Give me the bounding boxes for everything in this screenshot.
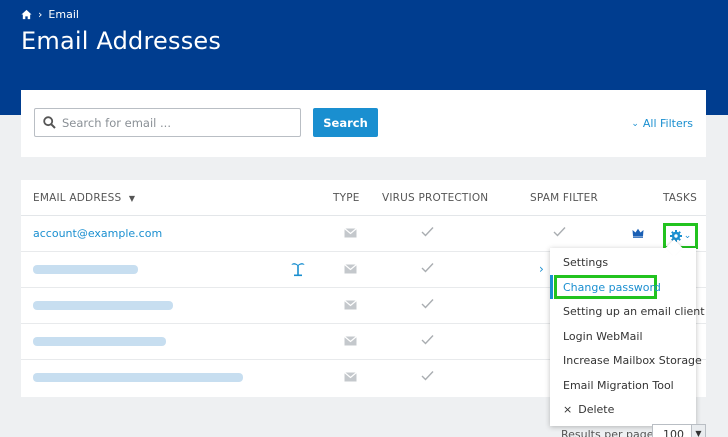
check-icon — [421, 335, 434, 345]
chevron-right-icon: › — [539, 262, 544, 276]
column-email-address[interactable]: EMAIL ADDRESS ▼ — [33, 192, 135, 204]
menu-item-migration-tool[interactable]: Email Migration Tool — [563, 379, 674, 392]
results-per-page-label: Results per page — [561, 428, 654, 437]
check-icon — [421, 263, 434, 273]
envelope-icon — [344, 372, 357, 382]
tasks-dropdown-menu: Settings Change password Setting up an e… — [550, 239, 705, 426]
column-tasks: TASKS — [663, 192, 697, 204]
chevron-down-icon: ⌄ — [631, 118, 639, 129]
close-icon: × — [563, 403, 573, 416]
check-icon — [421, 299, 434, 309]
menu-item-settings[interactable]: Settings — [563, 256, 608, 269]
all-filters-label: All Filters — [642, 117, 693, 130]
results-per-page-select[interactable]: 100 ▼ — [652, 424, 706, 437]
vacation-palm-icon — [291, 263, 305, 277]
all-filters-toggle[interactable]: ⌄ All Filters — [631, 117, 693, 130]
active-indicator — [550, 275, 553, 299]
email-address-link[interactable]: account@example.com — [33, 227, 162, 240]
envelope-icon — [344, 228, 357, 238]
results-per-page-value: 100 — [663, 428, 684, 437]
column-type: TYPE — [333, 192, 360, 204]
chevron-down-icon: ⌄ — [683, 231, 692, 241]
page-title: Email Addresses — [21, 27, 222, 55]
menu-item-login-webmail[interactable]: Login WebMail — [563, 330, 643, 343]
check-icon — [421, 227, 434, 237]
search-field[interactable] — [34, 108, 301, 137]
search-panel: Search ⌄ All Filters — [21, 90, 706, 157]
menu-item-change-password[interactable]: Change password — [554, 275, 661, 299]
home-icon[interactable] — [21, 9, 32, 20]
check-icon — [421, 371, 434, 381]
chevron-down-icon: ▼ — [691, 425, 705, 437]
envelope-icon — [344, 264, 357, 274]
blurred-email-link[interactable] — [33, 373, 243, 382]
blurred-email-link[interactable] — [33, 337, 166, 346]
menu-item-increase-storage[interactable]: Increase Mailbox Storage — [563, 354, 702, 367]
breadcrumb: › Email — [21, 8, 79, 21]
search-icon — [43, 116, 56, 129]
menu-item-delete[interactable]: × Delete — [563, 403, 614, 416]
column-virus-protection: VIRUS PROTECTION — [382, 192, 489, 204]
breadcrumb-current[interactable]: Email — [48, 8, 79, 21]
blurred-email-link[interactable] — [33, 265, 138, 274]
search-input[interactable] — [62, 115, 287, 130]
column-spam-filter: SPAM FILTER — [530, 192, 598, 204]
table-header: EMAIL ADDRESS ▼ TYPE VIRUS PROTECTION SP… — [21, 180, 706, 216]
sort-desc-icon: ▼ — [128, 194, 136, 203]
check-icon — [553, 227, 566, 237]
table-row: account@example.com — [21, 216, 706, 252]
search-button[interactable]: Search — [313, 108, 378, 137]
crown-icon — [632, 228, 644, 238]
envelope-icon — [344, 300, 357, 310]
menu-item-setup-email-client[interactable]: Setting up an email client — [563, 305, 705, 318]
breadcrumb-separator-icon: › — [38, 8, 43, 21]
blurred-email-link[interactable] — [33, 301, 173, 310]
envelope-icon — [344, 336, 357, 346]
